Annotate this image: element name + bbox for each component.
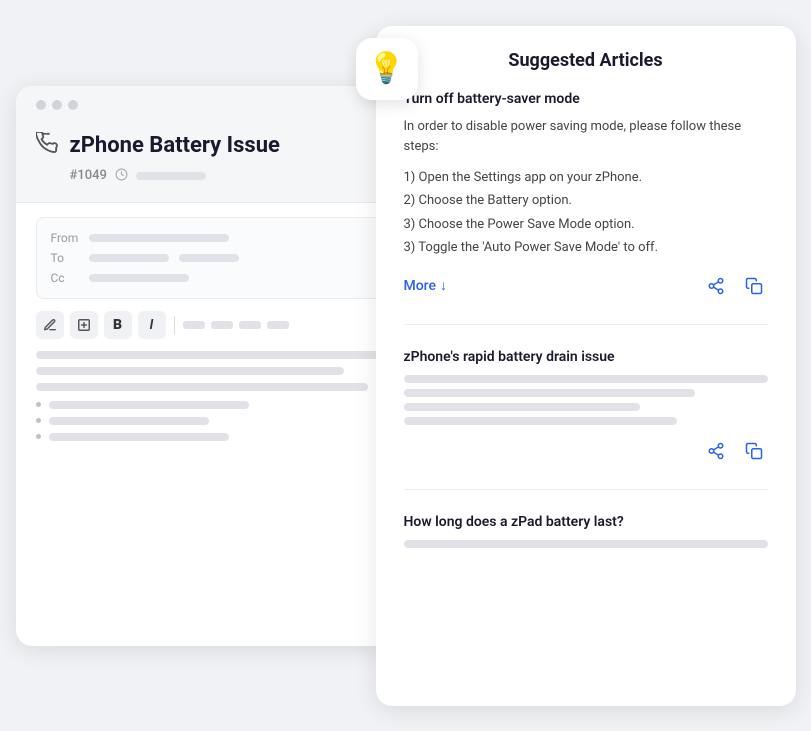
fields-section: From To Cc [36, 217, 386, 299]
window-dots [36, 100, 386, 110]
bar-e [404, 540, 768, 548]
pen-tool-btn[interactable] [36, 311, 64, 339]
more-label: More [404, 278, 437, 294]
bullet-bar-1 [49, 401, 249, 409]
lightbulb-emoji: 💡 [368, 51, 405, 86]
dot-green [68, 100, 78, 110]
bullet-bar-3 [49, 433, 229, 441]
more-arrow-icon: ↓ [440, 277, 447, 294]
ticket-title: zPhone Battery Issue [70, 133, 280, 158]
ticket-id: #1049 [70, 168, 107, 183]
field-cc-label: Cc [51, 271, 79, 285]
article-3-title: How long does a zPad battery last? [404, 514, 768, 530]
copy-icon-1[interactable] [740, 272, 768, 300]
step-4: 3) Toggle the 'Auto Power Save Mode' to … [404, 236, 768, 259]
article-1: Turn off battery-saver mode In order to … [404, 91, 768, 325]
field-to-bar1 [89, 254, 169, 262]
editor-line-3 [36, 383, 369, 391]
bullet-item-3 [36, 433, 386, 441]
bullet-dot-1 [36, 402, 41, 407]
bullet-item-2 [36, 417, 386, 425]
article-3: How long does a zPad battery last? [404, 514, 768, 584]
field-to-label: To [51, 251, 79, 265]
toolbar-bar4 [267, 321, 289, 329]
article-1-more-row: More ↓ [404, 272, 768, 300]
article-2: zPhone's rapid battery drain issue [404, 349, 768, 490]
field-from-label: From [51, 231, 79, 245]
insert-btn[interactable] [70, 311, 98, 339]
ticket-meta: #1049 [36, 164, 386, 192]
card-top: zPhone Battery Issue #1049 [16, 86, 406, 203]
step-3: 3) Choose the Power Save Mode option. [404, 213, 768, 236]
meta-bar [136, 172, 206, 180]
share-icon-2[interactable] [702, 437, 730, 465]
more-link[interactable]: More ↓ [404, 277, 448, 294]
right-card: Suggested Articles Turn off battery-save… [376, 26, 796, 706]
lightbulb-badge: 💡 [356, 38, 418, 100]
bullet-dot-3 [36, 434, 41, 439]
action-icons-1 [702, 272, 768, 300]
editor-line-1 [36, 351, 386, 359]
copy-icon-2[interactable] [740, 437, 768, 465]
ticket-title-row: zPhone Battery Issue [36, 124, 386, 164]
bar-c [404, 403, 641, 411]
bullet-bar-2 [49, 417, 209, 425]
field-from: From [51, 228, 371, 248]
card-body: From To Cc [16, 203, 406, 455]
action-icons-2 [702, 437, 768, 465]
article-1-steps: 1) Open the Settings app on your zPhone.… [404, 166, 768, 260]
article-2-title: zPhone's rapid battery drain issue [404, 349, 768, 365]
bar-a [404, 375, 768, 383]
toolbar-sep [174, 316, 175, 334]
share-icon-1[interactable] [702, 272, 730, 300]
bullet-dot-2 [36, 418, 41, 423]
field-cc: Cc [51, 268, 371, 288]
phone-icon [36, 132, 58, 160]
toolbar-bar3 [239, 321, 261, 329]
editor-toolbar: B I [36, 311, 386, 339]
article-1-body: In order to disable power saving mode, p… [404, 117, 768, 159]
bullet-list [36, 401, 386, 441]
article-2-action-row [404, 437, 768, 465]
toolbar-bar2 [211, 321, 233, 329]
dot-red [36, 100, 46, 110]
field-to-bar2 [179, 254, 239, 262]
dot-yellow [52, 100, 62, 110]
italic-btn[interactable]: I [138, 311, 166, 339]
step-1: 1) Open the Settings app on your zPhone. [404, 166, 768, 189]
clock-icon [115, 168, 128, 184]
step-2: 2) Choose the Battery option. [404, 189, 768, 212]
bullet-item-1 [36, 401, 386, 409]
article-1-title: Turn off battery-saver mode [404, 91, 768, 107]
bar-d [404, 417, 677, 425]
editor-content [36, 351, 386, 391]
field-cc-bar [89, 274, 189, 282]
editor-line-2 [36, 367, 344, 375]
toolbar-bar1 [183, 321, 205, 329]
field-to: To [51, 248, 371, 268]
scene: zPhone Battery Issue #1049 From [16, 26, 796, 706]
article-2-bars [404, 375, 768, 425]
right-card-title: Suggested Articles [404, 50, 768, 71]
field-from-bar [89, 234, 229, 242]
article-3-bars [404, 540, 768, 548]
bold-btn[interactable]: B [104, 311, 132, 339]
bar-b [404, 389, 695, 397]
left-card: zPhone Battery Issue #1049 From [16, 86, 406, 646]
